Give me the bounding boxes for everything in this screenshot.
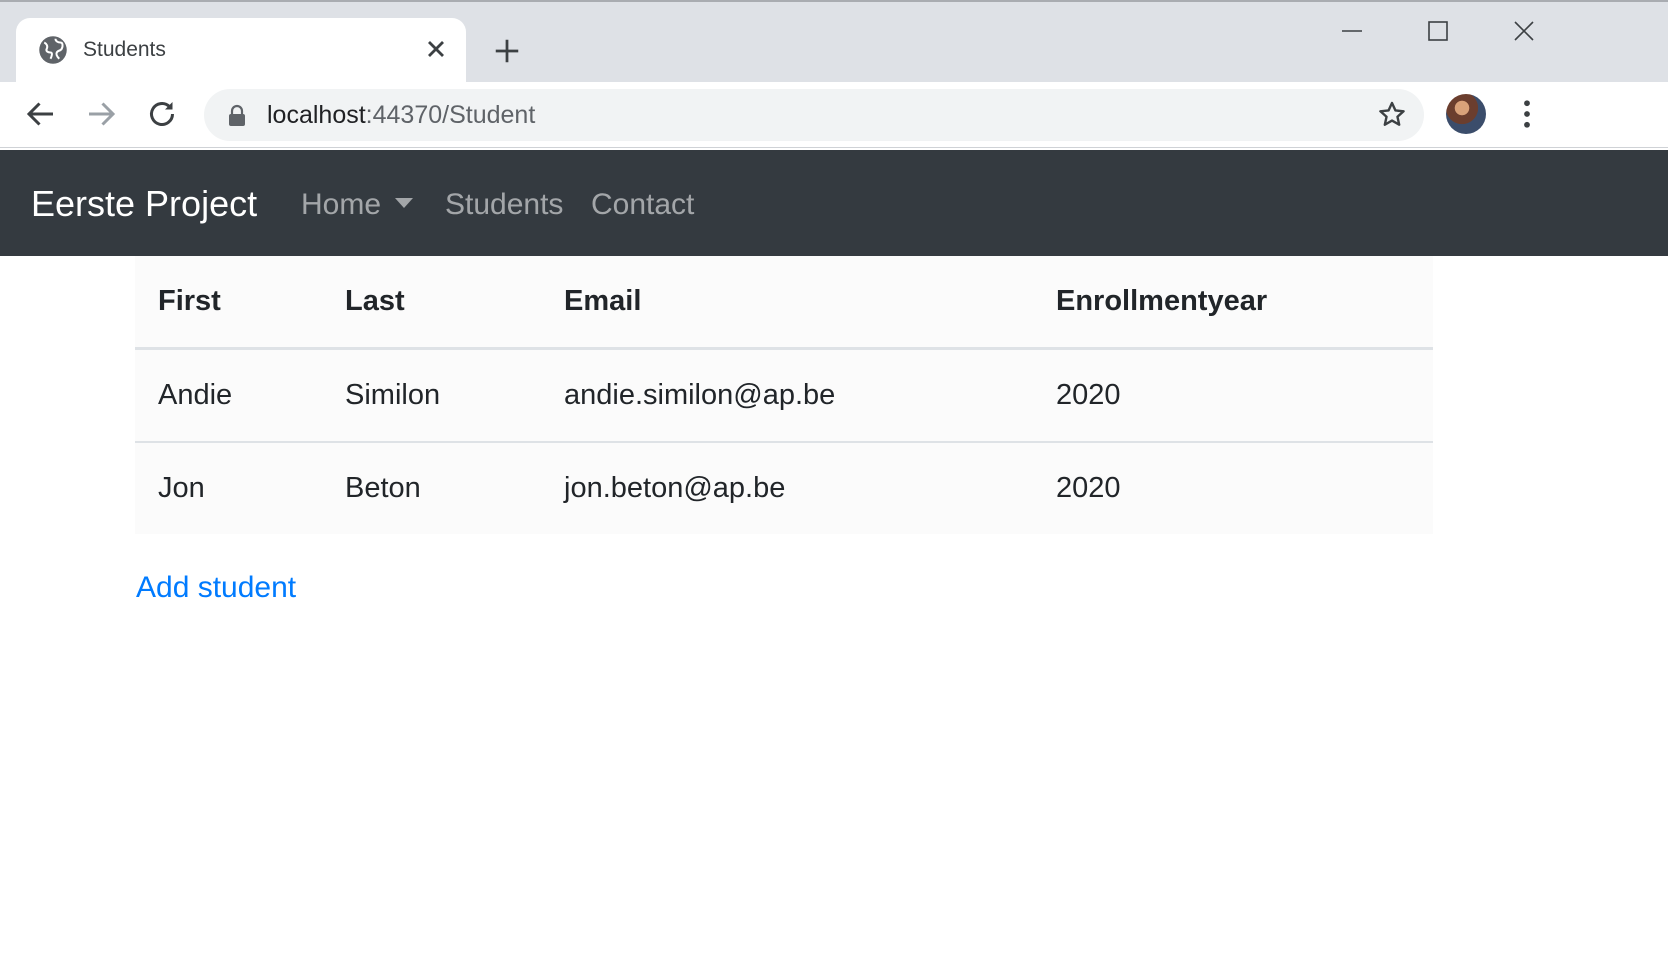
header-last: Last	[322, 256, 541, 350]
browser-tab[interactable]: Students	[16, 18, 466, 84]
cell-first: Jon	[135, 441, 322, 534]
header-enrollmentyear: Enrollmentyear	[1033, 256, 1433, 350]
cell-last: Similon	[322, 348, 541, 442]
table-header-row: First Last Email Enrollmentyear	[135, 256, 1433, 350]
header-first: First	[135, 256, 322, 350]
cell-email: andie.similon@ap.be	[541, 348, 1033, 442]
window-close-icon[interactable]	[1502, 16, 1546, 46]
students-table: First Last Email Enrollmentyear Andie Si…	[135, 256, 1433, 534]
site-navbar: Eerste Project Home Students Contact	[0, 150, 1668, 256]
nav-contact[interactable]: Contact	[591, 186, 694, 224]
cell-enrollmentyear: 2020	[1033, 348, 1433, 442]
cell-last: Beton	[322, 441, 541, 534]
close-tab-icon[interactable]	[422, 35, 450, 63]
lock-icon[interactable]	[226, 104, 248, 128]
navbar-brand[interactable]: Eerste Project	[31, 182, 257, 226]
nav-students[interactable]: Students	[445, 186, 563, 224]
url-path: :44370/Student	[365, 101, 536, 129]
nav-home-label: Home	[301, 188, 382, 221]
minimize-icon[interactable]	[1330, 16, 1374, 46]
cell-enrollmentyear: 2020	[1033, 441, 1433, 534]
url-host: localhost	[267, 101, 366, 129]
back-icon[interactable]	[23, 96, 59, 132]
students-table-container: First Last Email Enrollmentyear Andie Si…	[135, 256, 1433, 534]
bookmark-star-icon[interactable]	[1376, 99, 1408, 131]
reload-icon[interactable]	[144, 96, 180, 132]
add-student-link[interactable]: Add student	[136, 569, 296, 607]
globe-icon	[39, 36, 67, 64]
profile-avatar[interactable]	[1446, 94, 1486, 134]
table-row: Jon Beton jon.beton@ap.be 2020	[135, 441, 1433, 534]
new-tab-icon[interactable]	[490, 36, 524, 66]
forward-icon[interactable]	[83, 96, 119, 132]
nav-home-dropdown[interactable]: Home	[301, 186, 414, 224]
tab-title: Students	[83, 38, 166, 61]
browser-tabstrip: Students	[0, 0, 1668, 84]
address-bar[interactable]: localhost:44370/Student	[204, 89, 1424, 141]
url-text[interactable]: localhost:44370/Student	[267, 100, 535, 130]
cell-email: jon.beton@ap.be	[541, 441, 1033, 534]
more-menu-icon[interactable]	[1512, 96, 1542, 132]
maximize-icon[interactable]	[1416, 16, 1460, 46]
caret-down-icon	[395, 198, 414, 209]
header-email: Email	[541, 256, 1033, 350]
cell-first: Andie	[135, 348, 322, 442]
browser-toolbar: localhost:44370/Student	[0, 82, 1668, 148]
table-row: Andie Similon andie.similon@ap.be 2020	[135, 348, 1433, 442]
